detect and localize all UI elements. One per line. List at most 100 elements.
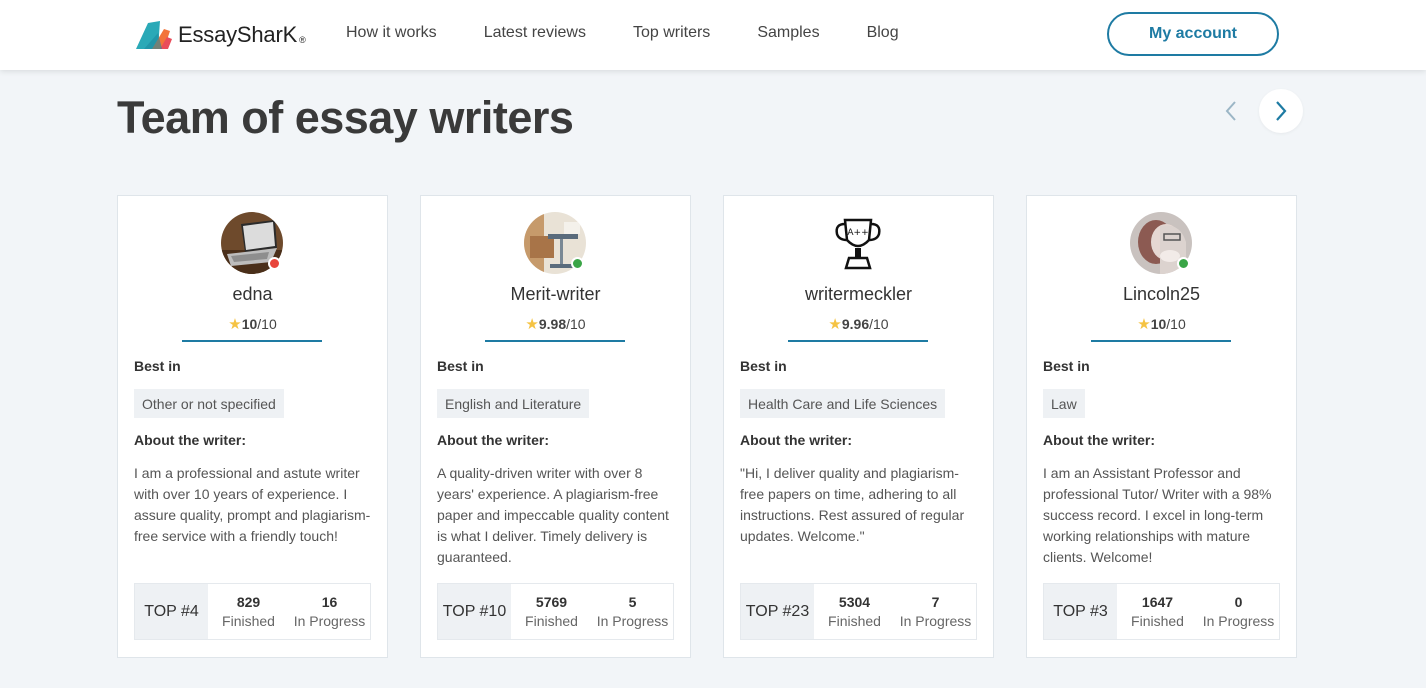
- status-dot-online: [571, 257, 584, 270]
- rating-divider: [485, 340, 625, 342]
- rating-score: 9.98: [538, 316, 567, 332]
- in-progress-label: In Progress: [899, 613, 972, 629]
- in-progress-stat: 0 In Progress: [1198, 584, 1279, 639]
- rating-max: /10: [257, 316, 277, 332]
- rating-score: 9.96: [841, 316, 870, 332]
- about-label: About the writer:: [134, 432, 246, 448]
- finished-label: Finished: [1131, 613, 1184, 629]
- in-progress-label: In Progress: [596, 613, 669, 629]
- writer-name[interactable]: Lincoln25: [1027, 284, 1296, 305]
- writer-name[interactable]: Merit-writer: [421, 284, 690, 305]
- avatar[interactable]: [1130, 212, 1192, 274]
- nav-samples[interactable]: Samples: [757, 24, 819, 42]
- about-text: "Hi, I deliver quality and plagiarism-fr…: [740, 465, 965, 544]
- carousel-prev-button[interactable]: [1213, 92, 1249, 130]
- nav-how-it-works[interactable]: How it works: [346, 24, 437, 42]
- in-progress-label: In Progress: [293, 613, 366, 629]
- best-in-label: Best in: [740, 358, 787, 374]
- registered-mark: ®: [299, 35, 306, 45]
- finished-stat: 5769 Finished: [511, 584, 592, 639]
- about-label: About the writer:: [1043, 432, 1155, 448]
- about-label: About the writer:: [740, 432, 852, 448]
- writer-stats: TOP #23 5304 Finished 7 In Progress: [740, 583, 977, 640]
- in-progress-stat: 7 In Progress: [895, 584, 976, 639]
- in-progress-count: 16: [321, 594, 338, 610]
- top-rank: TOP #23: [741, 584, 814, 639]
- finished-count: 5769: [535, 594, 568, 610]
- finished-label: Finished: [222, 613, 275, 629]
- my-account-button[interactable]: My account: [1107, 12, 1279, 56]
- writer-rating: ★9.98/10: [421, 315, 690, 333]
- rating-divider: [1091, 340, 1231, 342]
- star-icon: ★: [525, 316, 539, 333]
- top-rank: TOP #4: [135, 584, 208, 639]
- nav-blog[interactable]: Blog: [867, 24, 899, 42]
- in-progress-label: In Progress: [1202, 613, 1275, 629]
- in-progress-count: 7: [931, 594, 940, 610]
- finished-count: 5304: [838, 594, 871, 610]
- in-progress-stat: 16 In Progress: [289, 584, 370, 639]
- writer-rating: ★9.96/10: [724, 315, 993, 333]
- svg-text:A++: A++: [847, 228, 868, 238]
- top-rank: TOP #3: [1044, 584, 1117, 639]
- site-header: EssaySharK ® How it works Latest reviews…: [0, 0, 1426, 70]
- shark-fin-icon: [136, 21, 172, 49]
- writer-card[interactable]: Merit-writer ★9.98/10 Best in English an…: [420, 195, 691, 658]
- chevron-right-icon: [1276, 101, 1287, 121]
- best-in-label: Best in: [1043, 358, 1090, 374]
- finished-stat: 5304 Finished: [814, 584, 895, 639]
- nav-top-writers[interactable]: Top writers: [633, 24, 710, 42]
- writer-stats: TOP #3 1647 Finished 0 In Progress: [1043, 583, 1280, 640]
- star-icon: ★: [828, 316, 842, 333]
- writer-cards: edna ★10/10 Best in Other or not specifi…: [117, 195, 1297, 658]
- finished-count: 1647: [1141, 594, 1174, 610]
- trophy-avatar: A++: [827, 212, 889, 274]
- avatar[interactable]: [524, 212, 586, 274]
- main-nav: How it works Latest reviews Top writers …: [346, 24, 946, 42]
- best-in-label: Best in: [437, 358, 484, 374]
- writer-stats: TOP #4 829 Finished 16 In Progress: [134, 583, 371, 640]
- in-progress-count: 0: [1234, 594, 1243, 610]
- finished-label: Finished: [828, 613, 881, 629]
- avatar[interactable]: [221, 212, 283, 274]
- rating-max: /10: [1166, 316, 1186, 332]
- writer-rating: ★10/10: [118, 315, 387, 333]
- rating-score: 10: [1150, 316, 1167, 332]
- best-in-label: Best in: [134, 358, 181, 374]
- about-label: About the writer:: [437, 432, 549, 448]
- writer-card[interactable]: Lincoln25 ★10/10 Best in Law About the w…: [1026, 195, 1297, 658]
- about-text: A quality-driven writer with over 8 year…: [437, 465, 669, 565]
- top-rank: TOP #10: [438, 584, 511, 639]
- finished-count: 829: [236, 594, 261, 610]
- writer-stats: TOP #10 5769 Finished 5 In Progress: [437, 583, 674, 640]
- in-progress-stat: 5 In Progress: [592, 584, 673, 639]
- brand-name: EssaySharK: [178, 22, 298, 47]
- subject-tag: Health Care and Life Sciences: [740, 389, 946, 418]
- writer-card[interactable]: edna ★10/10 Best in Other or not specifi…: [117, 195, 388, 658]
- rating-max: /10: [869, 316, 889, 332]
- star-icon: ★: [228, 316, 242, 333]
- avatar[interactable]: A++: [827, 212, 889, 274]
- subject-tag: Other or not specified: [134, 389, 284, 418]
- carousel-next-button[interactable]: [1259, 89, 1303, 133]
- star-icon: ★: [1137, 316, 1151, 333]
- writer-name[interactable]: edna: [118, 284, 387, 305]
- nav-latest-reviews[interactable]: Latest reviews: [484, 24, 586, 42]
- status-dot-online: [1177, 257, 1190, 270]
- rating-score: 10: [241, 316, 258, 332]
- finished-label: Finished: [525, 613, 578, 629]
- writer-name[interactable]: writermeckler: [724, 284, 993, 305]
- subject-tag: Law: [1043, 389, 1085, 418]
- subject-tag: English and Literature: [437, 389, 590, 418]
- writer-card[interactable]: A++ writermeckler ★9.96/10 Best in Healt…: [723, 195, 994, 658]
- rating-divider: [182, 340, 322, 342]
- chevron-left-icon: [1225, 101, 1236, 121]
- finished-stat: 1647 Finished: [1117, 584, 1198, 639]
- writer-rating: ★10/10: [1027, 315, 1296, 333]
- about-text: I am an Assistant Professor and professi…: [1043, 465, 1272, 565]
- status-dot-offline: [268, 257, 281, 270]
- rating-divider: [788, 340, 928, 342]
- about-text: I am a professional and astute writer wi…: [134, 465, 371, 544]
- section-title: Team of essay writers: [117, 92, 574, 143]
- essayshark-logo[interactable]: EssaySharK ®: [134, 18, 306, 52]
